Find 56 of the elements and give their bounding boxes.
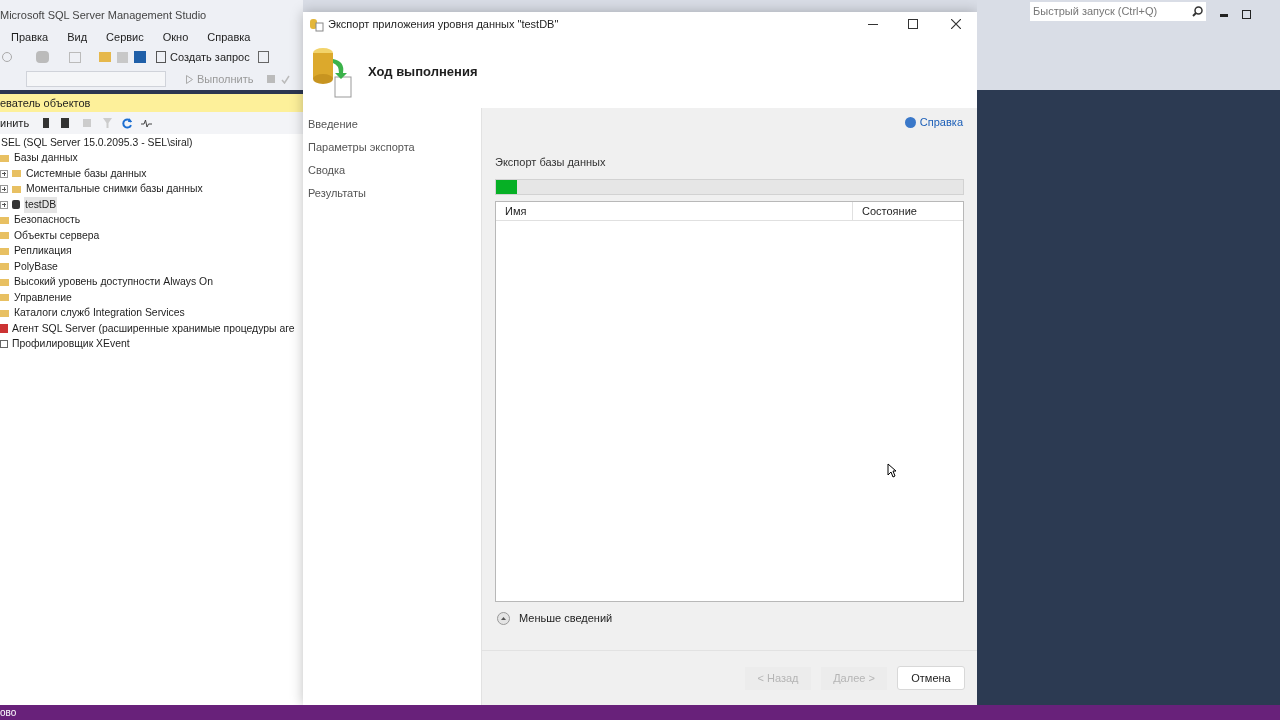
column-header[interactable]: Имя [496,202,853,220]
tree-item[interactable]: Агент SQL Server (расширенные хранимые процедуры аге [11,320,296,337]
menu-item[interactable]: Сервис [106,28,144,46]
dialog-title: Экспорт приложения уровня данных "testDB" [328,16,559,32]
wizard-step[interactable]: Параметры экспорта [308,139,481,155]
menu-item[interactable]: Правка [11,28,49,46]
new-query-button[interactable]: Создать запрос [156,48,250,66]
database-icon [12,200,20,210]
tree-item[interactable]: Безопасность [13,212,82,229]
tree-item[interactable]: Каталоги служб Integration Services [13,305,186,322]
activity-icon[interactable] [141,118,153,128]
tree-item[interactable]: Репликация [13,243,73,260]
refresh-icon[interactable] [122,117,134,129]
tree-item[interactable]: Управление [13,289,73,306]
check-icon[interactable] [281,74,291,84]
database-export-icon [311,45,355,99]
dialog-heading: Ход выполнения [368,63,478,82]
quick-launch-field[interactable]: Быстрый запуск (Ctrl+Q) [1030,2,1206,21]
panel-title: еватель объектов [0,95,91,111]
minimize-icon[interactable] [868,23,878,25]
tree-item[interactable]: Объекты сервера [13,227,101,244]
wizard-step[interactable]: Результаты [308,185,481,201]
status-text: ово [0,706,17,720]
tree-item[interactable]: Моментальные снимки базы данных [25,181,204,198]
connect-button[interactable]: инить [0,114,30,132]
restore-icon[interactable] [1242,10,1251,19]
column-header[interactable]: Состояние [853,202,963,220]
search-icon[interactable] [1192,6,1203,17]
expand-icon[interactable] [0,200,8,209]
menu-item[interactable]: Вид [67,28,88,46]
help-icon [904,116,916,128]
help-link[interactable]: Справка [904,114,963,131]
app-icon [309,16,324,32]
details-toggle[interactable]: Меньше сведений [519,610,613,627]
wizard-step[interactable]: Введение [308,116,481,132]
mouse-cursor [887,463,897,478]
tree-item[interactable]: testDB [24,196,58,213]
tree-item[interactable]: Высокий уровень доступности Always On [13,274,214,291]
collapse-icon[interactable] [497,611,510,625]
new-query-icon [156,51,166,63]
maximize-icon[interactable] [908,19,918,29]
menu-item[interactable]: Окно [162,28,189,46]
progress-label: Экспорт базы данных [495,154,607,170]
tree-item[interactable]: SEL (SQL Server 15.0.2095.3 - SEL\siral) [0,134,194,151]
tree-item[interactable]: Системные базы данных [25,165,148,182]
wizard-step[interactable]: Сводка [308,162,481,178]
expand-icon[interactable] [0,169,8,178]
tree-item[interactable]: Базы данных [13,150,79,167]
wizard-button[interactable]: Отмена [897,666,965,690]
window-title: Microsoft SQL Server Management Studio [0,7,207,23]
tree-item[interactable]: PolyBase [13,258,59,275]
tree-item[interactable]: Профилировщик XEvent [11,336,131,353]
close-icon[interactable] [951,19,961,29]
menu-item[interactable]: Справка [207,28,251,46]
play-icon [186,74,193,84]
expand-icon[interactable] [0,185,8,194]
